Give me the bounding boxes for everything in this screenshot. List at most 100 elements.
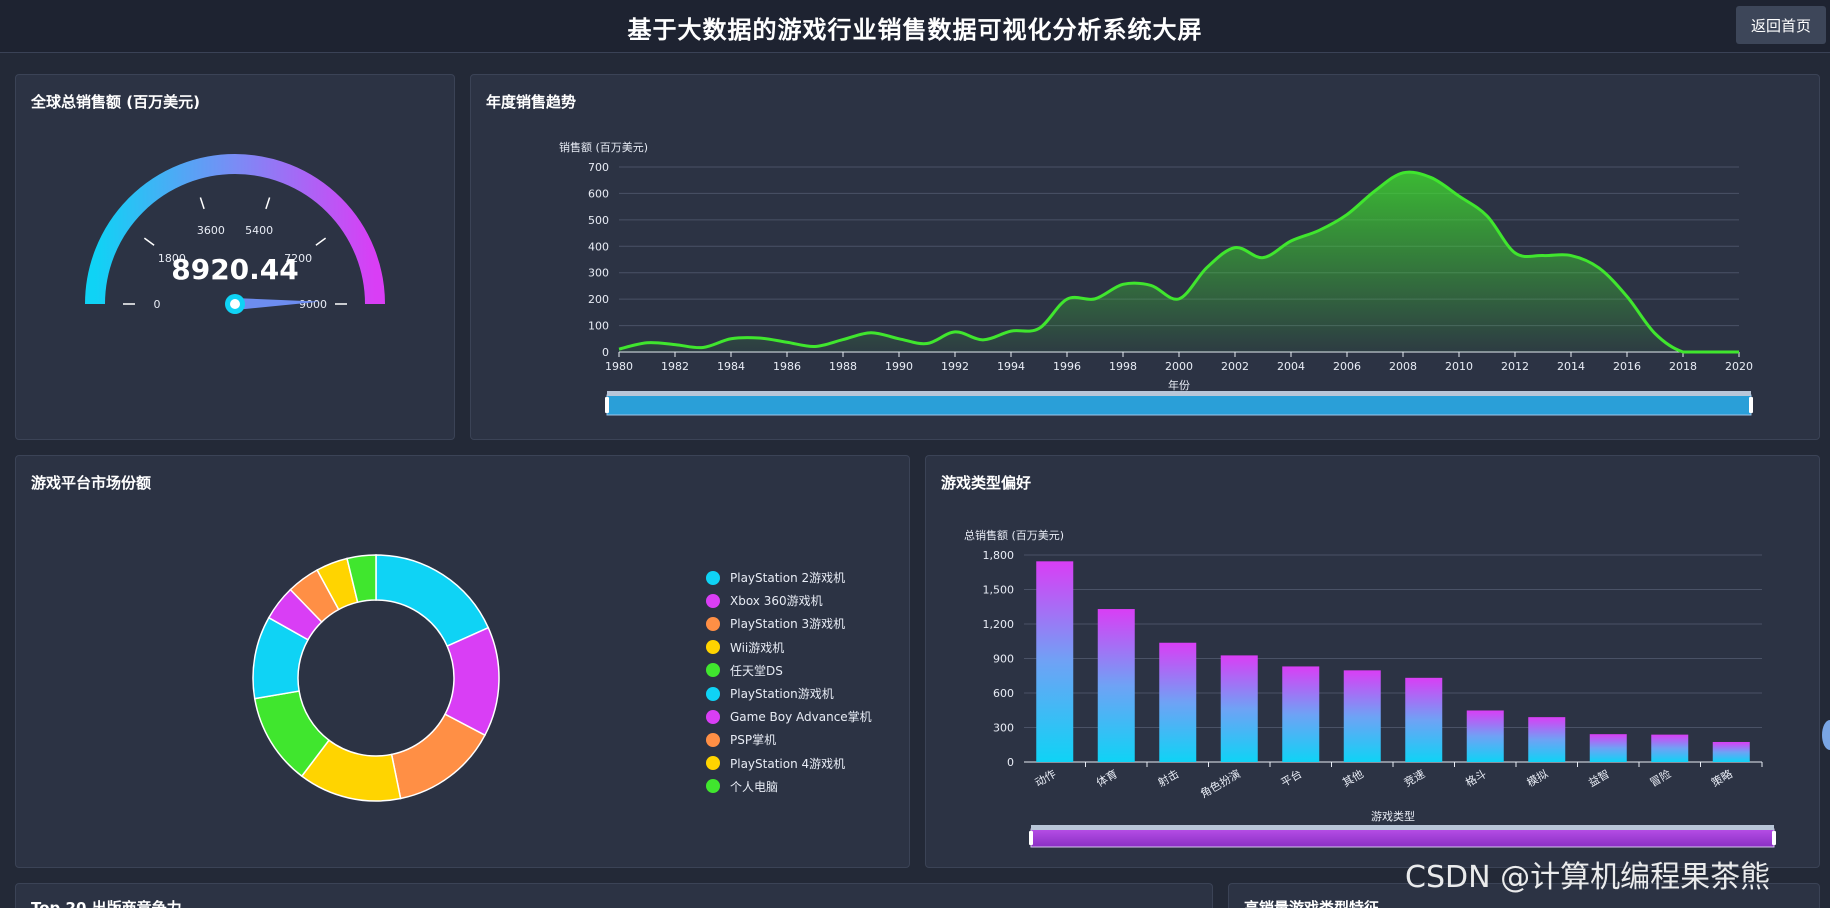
trend-x-tick-label: 1994 — [997, 360, 1025, 373]
legend-swatch — [706, 732, 720, 747]
bar-category-label: 竞速 — [1401, 766, 1427, 789]
bar-category-label: 动作 — [1033, 767, 1059, 789]
trend-x-tick-label: 2000 — [1165, 360, 1193, 373]
trend-area — [619, 172, 1739, 352]
bar-category-label: 其他 — [1340, 767, 1366, 789]
publisher-panel: Top 20 出版商竞争力 — [15, 883, 1213, 908]
trend-x-tick-label: 2008 — [1389, 360, 1417, 373]
bar-category-label: 平台 — [1278, 766, 1304, 789]
gauge-tick-label: 0 — [154, 298, 161, 311]
bar-zoom-handle-right — [1772, 831, 1776, 845]
legend-label: PlayStation 3游戏机 — [730, 617, 846, 632]
trend-zoom-slider-bar — [607, 391, 1751, 396]
trend-x-tick-label: 2004 — [1277, 360, 1305, 373]
trend-x-tick-label: 2018 — [1669, 360, 1697, 373]
genre-bar — [1159, 642, 1197, 762]
trend-x-tick-label: 2014 — [1557, 360, 1585, 373]
genre-bar-chart: 0 300 600 900 1,200 1,500 1,800 总销售额 (百万美元) 游戏类型… — [964, 528, 1776, 848]
bar-y-tick-label: 600 — [993, 687, 1014, 700]
bar-zoom-slider-bar — [1031, 825, 1774, 830]
publisher-panel-title: Top 20 出版商竞争力 — [31, 899, 182, 908]
genre-panel: 游戏类型偏好 0 300 600 900 1,200 1,500 1,800 总销售额 (百万… — [925, 455, 1820, 868]
legend-item[interactable]: PlayStation 3游戏机 — [706, 612, 872, 635]
legend-item[interactable]: PSP掌机 — [706, 728, 872, 751]
bar-category-label: 射击 — [1155, 766, 1181, 789]
bar-category-label: 益智 — [1586, 766, 1612, 789]
bar-x-axis-title: 游戏类型 — [1371, 809, 1415, 823]
trend-x-tick-label: 1982 — [661, 360, 689, 373]
legend-label: 任天堂DS — [730, 663, 783, 678]
side-scroll-handle[interactable] — [1822, 720, 1830, 750]
gauge-tick — [315, 237, 327, 246]
legend-item[interactable]: Xbox 360游戏机 — [706, 589, 872, 612]
bar-category-label: 体育 — [1094, 766, 1120, 789]
gauge-tick-label: 5400 — [245, 224, 273, 237]
trend-panel: 年度销售趋势 0 100 200 300 400 500 600 700 1980 1982 198… — [470, 74, 1820, 440]
genre-bar — [1405, 677, 1443, 762]
back-home-button[interactable]: 返回首页 — [1736, 6, 1826, 44]
legend-item[interactable]: PlayStation 4游戏机 — [706, 752, 872, 775]
legend-label: PlayStation 2游戏机 — [730, 571, 846, 586]
genre-bar — [1712, 741, 1750, 762]
gauge-chart: 018003600 5400720090008920.44 — [85, 154, 385, 314]
gauge-value: 8920.44 — [171, 253, 299, 286]
genre-bar — [1466, 710, 1504, 762]
bar-y-tick-label: 1,200 — [983, 618, 1015, 631]
trend-y-tick-label: 600 — [588, 187, 609, 200]
platform-panel: 游戏平台市场份额 PlayStation 2游戏机 Xbox 360游戏机 Play… — [15, 455, 910, 868]
legend-label: PlayStation游戏机 — [730, 687, 834, 702]
trend-x-tick-label: 1996 — [1053, 360, 1081, 373]
bar-category-label: 模拟 — [1524, 766, 1550, 789]
gauge-tick — [143, 237, 155, 246]
bar-zoom-slider — [1030, 828, 1775, 848]
trend-zoom-handle-right — [1749, 397, 1753, 413]
gauge-tick — [265, 197, 271, 210]
trend-x-tick-label: 1980 — [605, 360, 633, 373]
legend-item[interactable]: PlayStation游戏机 — [706, 682, 872, 705]
legend-swatch — [706, 616, 720, 631]
gauge-tick-label: 3600 — [197, 224, 225, 237]
trend-x-tick-label: 1992 — [941, 360, 969, 373]
genre-bar — [1528, 717, 1566, 762]
trend-y-tick-label: 200 — [588, 293, 609, 306]
trend-y-axis-title: 销售额 (百万美元) — [559, 140, 648, 154]
legend-item[interactable]: PlayStation 2游戏机 — [706, 566, 872, 589]
platform-legend: PlayStation 2游戏机 Xbox 360游戏机 PlayStation 3… — [706, 566, 872, 798]
trend-x-tick-label: 2002 — [1221, 360, 1249, 373]
bar-zoom-handle-left — [1029, 831, 1033, 845]
trend-x-tick-label: 1988 — [829, 360, 857, 373]
gauge-tick — [199, 197, 205, 210]
trend-x-tick-label: 1998 — [1109, 360, 1137, 373]
legend-item[interactable]: Game Boy Advance掌机 — [706, 705, 872, 728]
legend-label: 个人电脑 — [730, 779, 779, 794]
legend-swatch — [706, 779, 720, 794]
donut-slice — [375, 554, 490, 648]
legend-swatch — [706, 570, 720, 585]
bar-y-axis-title: 总销售额 (百万美元) — [964, 528, 1064, 542]
trend-x-tick-label: 2020 — [1725, 360, 1753, 373]
legend-label: Xbox 360游戏机 — [730, 594, 823, 609]
bar-category-label: 格斗 — [1463, 766, 1489, 789]
bar-category-label: 冒险 — [1647, 766, 1673, 789]
legend-item[interactable]: 任天堂DS — [706, 659, 872, 682]
legend-item[interactable]: Wii游戏机 — [706, 636, 872, 659]
legend-label: PlayStation 4游戏机 — [730, 756, 846, 771]
trend-chart: 0 100 200 300 400 500 600 700 1980 1982 1984 1986 19… — [559, 140, 1753, 416]
legend-label: PSP掌机 — [730, 733, 777, 748]
legend-swatch — [706, 593, 720, 608]
watermark-text: CSDN @计算机编程果茶熊 — [1405, 860, 1771, 895]
genre-bar — [1036, 561, 1074, 762]
legend-label: Wii游戏机 — [730, 640, 785, 655]
legend-item[interactable]: 个人电脑 — [706, 775, 872, 798]
genre-bar — [1282, 666, 1320, 762]
trend-y-tick-label: 0 — [602, 346, 609, 359]
trend-x-tick-label: 1984 — [717, 360, 745, 373]
trend-y-tick-label: 300 — [588, 267, 609, 280]
trend-y-tick-label: 400 — [588, 240, 609, 253]
trend-zoom-handle-left — [605, 397, 609, 413]
legend-swatch — [706, 756, 720, 771]
bar-y-tick-label: 0 — [1007, 756, 1014, 769]
genre-bar — [1343, 670, 1381, 762]
trend-x-tick-label: 1990 — [885, 360, 913, 373]
genre-bar — [1220, 655, 1258, 762]
